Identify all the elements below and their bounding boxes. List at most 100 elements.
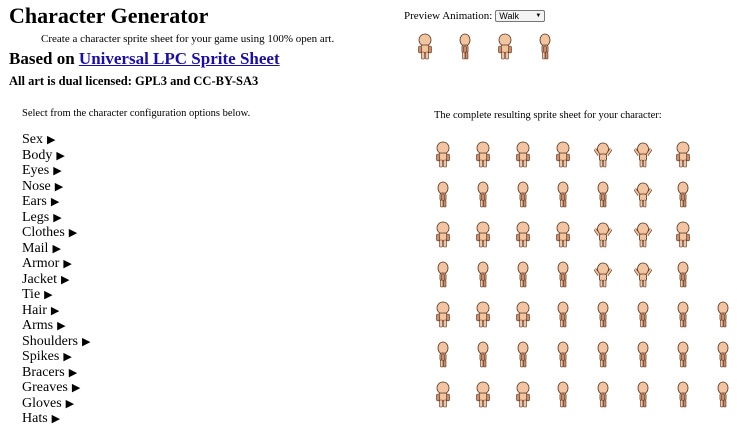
expand-arrow-icon: ▶	[53, 165, 62, 177]
sheet-sprite	[474, 341, 492, 369]
sheet-intro: The complete resulting sprite sheet for …	[434, 110, 662, 121]
config-option-label: Mail	[22, 240, 49, 256]
sheet-sprite	[434, 301, 452, 329]
sheet-sprite	[474, 301, 492, 329]
sheet-sprite	[474, 221, 492, 249]
sheet-sprite	[434, 381, 452, 409]
config-option-label: Armor	[22, 256, 60, 271]
sheet-sprite	[633, 221, 653, 249]
sheet-sprite	[674, 381, 692, 409]
expand-arrow-icon: ▶	[68, 227, 78, 239]
config-option-label: Spikes	[22, 349, 60, 364]
config-option-nose[interactable]: Nose ▶	[22, 179, 90, 195]
config-option-label: Legs	[22, 209, 50, 225]
tagline: Create a character sprite sheet for your…	[41, 33, 335, 45]
sheet-sprite	[633, 261, 653, 289]
sheet-sprite	[554, 341, 572, 369]
sheet-sprite	[674, 221, 692, 249]
expand-arrow-icon: ▶	[54, 180, 64, 193]
sheet-sprite	[674, 181, 692, 209]
sheet-sprite	[593, 221, 613, 249]
config-options-list: Sex ▶ Body ▶ Eyes ▶ Nose ▶ Ears ▶ Legs ▶ Clothes ▶ Mai…	[22, 132, 90, 427]
sheet-sprite	[514, 261, 532, 289]
sheet-sprite	[674, 301, 692, 329]
config-option-spikes[interactable]: Spikes ▶	[22, 349, 90, 365]
config-option-label: Tie	[22, 287, 41, 302]
config-option-clothes[interactable]: Clothes ▶	[22, 225, 90, 241]
sheet-sprite	[434, 181, 452, 209]
sheet-sprite	[554, 181, 572, 209]
sheet-sprite	[554, 221, 572, 249]
config-option-label: Arms	[22, 318, 54, 333]
config-option-eyes[interactable]: Eyes ▶	[22, 163, 90, 179]
sheet-sprite	[674, 141, 692, 169]
sheet-sprite	[674, 261, 692, 289]
expand-arrow-icon: ▶	[68, 366, 78, 379]
expand-arrow-icon: ▶	[82, 335, 91, 348]
expand-arrow-icon: ▶	[50, 304, 60, 317]
config-option-jacket[interactable]: Jacket ▶	[22, 272, 90, 288]
config-option-tie[interactable]: Tie ▶	[22, 287, 90, 303]
sheet-sprite	[514, 181, 532, 209]
config-option-shoulders[interactable]: Shoulders ▶	[22, 334, 90, 350]
config-option-label: Greaves	[22, 380, 68, 395]
expand-arrow-icon: ▶	[65, 397, 75, 410]
config-option-label: Jacket	[22, 271, 57, 287]
config-option-gloves[interactable]: Gloves ▶	[22, 396, 90, 412]
expand-arrow-icon: ▶	[44, 289, 53, 301]
preview-sprite	[536, 33, 554, 61]
config-option-label: Body	[22, 147, 53, 163]
sheet-sprite	[554, 141, 572, 169]
config-option-label: Hair	[22, 302, 47, 318]
sheet-sprite	[434, 341, 452, 369]
config-option-sex[interactable]: Sex ▶	[22, 132, 90, 148]
sheet-sprite	[634, 301, 652, 329]
config-option-legs[interactable]: Legs ▶	[22, 210, 90, 226]
sheet-sprite	[514, 141, 532, 169]
expand-arrow-icon: ▶	[50, 196, 60, 208]
preview-sprite	[456, 33, 474, 61]
sheet-sprite	[674, 341, 692, 369]
sheet-sprite	[474, 181, 492, 209]
sheet-sprite	[554, 301, 572, 329]
expand-arrow-icon: ▶	[71, 382, 81, 394]
sheet-sprite	[554, 261, 572, 289]
sheet-sprite	[434, 221, 452, 249]
sheet-sprite	[514, 301, 532, 329]
config-option-hats[interactable]: Hats ▶	[22, 411, 90, 427]
expand-arrow-icon: ▶	[53, 211, 62, 224]
animation-select[interactable]: Walk ▼	[495, 10, 546, 22]
sheet-sprite	[594, 181, 612, 209]
sheet-sprite	[633, 181, 653, 209]
sheet-sprite	[474, 141, 492, 169]
expand-arrow-icon: ▶	[57, 320, 66, 332]
config-option-label: Shoulders	[22, 333, 78, 349]
config-option-hair[interactable]: Hair ▶	[22, 303, 90, 319]
sheet-sprite	[714, 381, 732, 409]
config-option-ears[interactable]: Ears ▶	[22, 194, 90, 210]
config-option-mail[interactable]: Mail ▶	[22, 241, 90, 257]
preview-animation-control: Preview Animation: Walk ▼	[404, 10, 546, 22]
config-option-armor[interactable]: Armor ▶	[22, 256, 90, 272]
sheet-sprite	[634, 381, 652, 409]
preview-sprite	[496, 33, 514, 61]
animation-select-value: Walk	[499, 11, 519, 21]
config-option-bracers[interactable]: Bracers ▶	[22, 365, 90, 381]
expand-arrow-icon: ▶	[56, 149, 65, 162]
license-note: All art is dual licensed: GPL3 and CC-BY…	[9, 74, 259, 88]
config-option-arms[interactable]: Arms ▶	[22, 318, 90, 334]
config-option-label: Sex	[22, 132, 43, 147]
preview-sprite	[416, 33, 434, 61]
lpc-link[interactable]: Universal LPC Sprite Sheet	[79, 49, 280, 68]
sheet-sprite	[594, 381, 612, 409]
config-option-body[interactable]: Body ▶	[22, 148, 90, 164]
expand-arrow-icon: ▶	[63, 351, 72, 363]
sheet-sprite	[634, 341, 652, 369]
config-option-label: Nose	[22, 178, 51, 194]
config-option-label: Eyes	[22, 163, 50, 178]
preview-animation-label: Preview Animation:	[404, 10, 493, 22]
config-option-greaves[interactable]: Greaves ▶	[22, 380, 90, 396]
sheet-sprite	[474, 381, 492, 409]
sheet-sprite	[514, 381, 532, 409]
sheet-sprite	[714, 341, 732, 369]
